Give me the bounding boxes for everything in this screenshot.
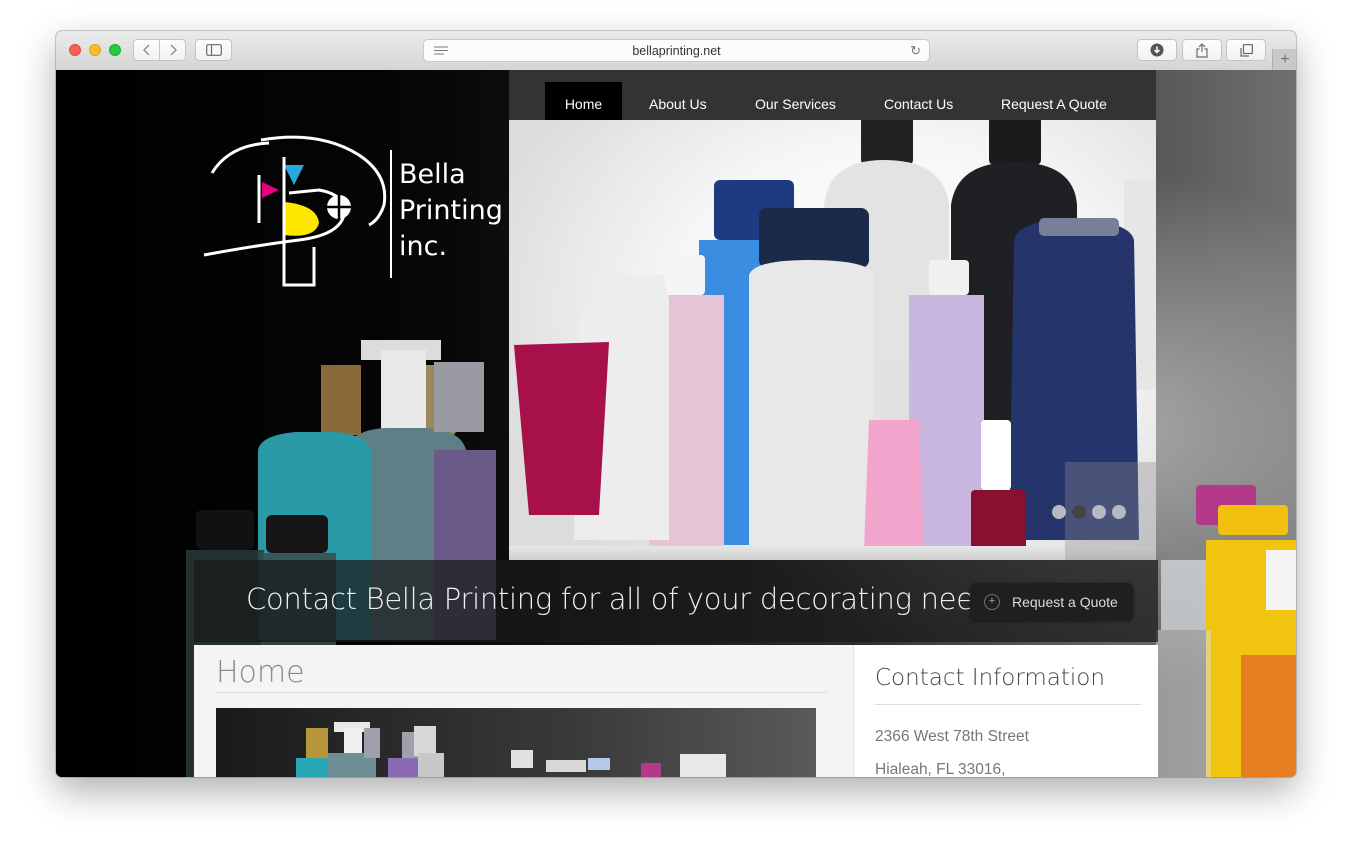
logo-line-1: Bella xyxy=(399,159,466,190)
contact-title: Contact Information xyxy=(875,665,1105,691)
slider-dot-1[interactable] xyxy=(1052,505,1066,519)
nav-home[interactable]: Home xyxy=(545,82,622,125)
address-line-2: Hialeah, FL 33016, xyxy=(875,761,1006,777)
contact-divider xyxy=(875,704,1141,705)
sidebar-toggle-button[interactable] xyxy=(195,39,232,61)
logo-wordmark: Bella Printing inc. xyxy=(399,157,503,265)
content-image xyxy=(216,708,816,777)
back-button[interactable] xyxy=(134,40,159,60)
share-button[interactable] xyxy=(1182,39,1222,61)
nav-our-services[interactable]: Our Services xyxy=(755,82,836,125)
new-tab-button[interactable]: + xyxy=(1272,49,1296,70)
sidebar-icon xyxy=(205,44,222,56)
slider-dot-3[interactable] xyxy=(1092,505,1106,519)
nav-request-a-quote[interactable]: Request A Quote xyxy=(1001,82,1107,125)
hero-shelf xyxy=(509,546,1156,560)
logo-line-3: inc. xyxy=(399,231,448,262)
slider-dot-2[interactable] xyxy=(1072,505,1086,519)
address-url: bellaprinting.net xyxy=(632,44,721,58)
minimize-window-button[interactable] xyxy=(89,44,101,56)
page-title: Home xyxy=(216,655,305,690)
nav-about-us[interactable]: About Us xyxy=(649,82,707,125)
forward-button[interactable] xyxy=(159,40,185,60)
downloads-button[interactable] xyxy=(1137,39,1177,61)
chevron-left-icon xyxy=(142,44,149,56)
main-navigation: Home About Us Our Services Contact Us Re… xyxy=(509,70,1156,125)
content-bottles-image xyxy=(296,722,726,777)
share-icon xyxy=(1196,42,1208,58)
download-icon xyxy=(1150,43,1164,57)
show-tabs-button[interactable] xyxy=(1226,39,1266,61)
contact-sidebar: Contact Information 2366 West 78th Stree… xyxy=(853,645,1158,777)
banner-tagline: Contact Bella Printing for all of your d… xyxy=(246,582,1027,616)
title-divider xyxy=(216,692,827,693)
logo-line-2: Printing xyxy=(399,195,503,226)
history-nav-group xyxy=(133,39,186,61)
background-bottles-right xyxy=(1156,485,1296,777)
plus-icon: + xyxy=(1280,51,1290,68)
logo-divider xyxy=(390,150,392,278)
request-quote-label: Request a Quote xyxy=(1012,593,1118,610)
hero-bottles-image xyxy=(514,120,1156,550)
zoom-window-button[interactable] xyxy=(109,44,121,56)
tabs-icon xyxy=(1239,43,1253,57)
main-content: Home xyxy=(194,645,853,777)
browser-toolbar: bellaprinting.net ↻ + xyxy=(56,31,1296,71)
hero-slider xyxy=(509,120,1156,560)
address-line-1: 2366 West 78th Street xyxy=(875,728,1029,745)
close-window-button[interactable] xyxy=(69,44,81,56)
address-bar[interactable]: bellaprinting.net ↻ xyxy=(423,39,930,62)
browser-window: bellaprinting.net ↻ + Bella Printing inc… xyxy=(56,31,1296,777)
slider-dot-4[interactable] xyxy=(1112,505,1126,519)
plus-circle-icon: + xyxy=(984,593,1000,610)
reload-icon[interactable]: ↻ xyxy=(910,43,921,59)
web-page: Bella Printing inc. Home About Us Our Se… xyxy=(56,70,1296,777)
chevron-right-icon xyxy=(170,44,177,56)
nav-contact-us[interactable]: Contact Us xyxy=(884,82,953,125)
request-quote-button[interactable]: + Request a Quote xyxy=(970,583,1133,620)
